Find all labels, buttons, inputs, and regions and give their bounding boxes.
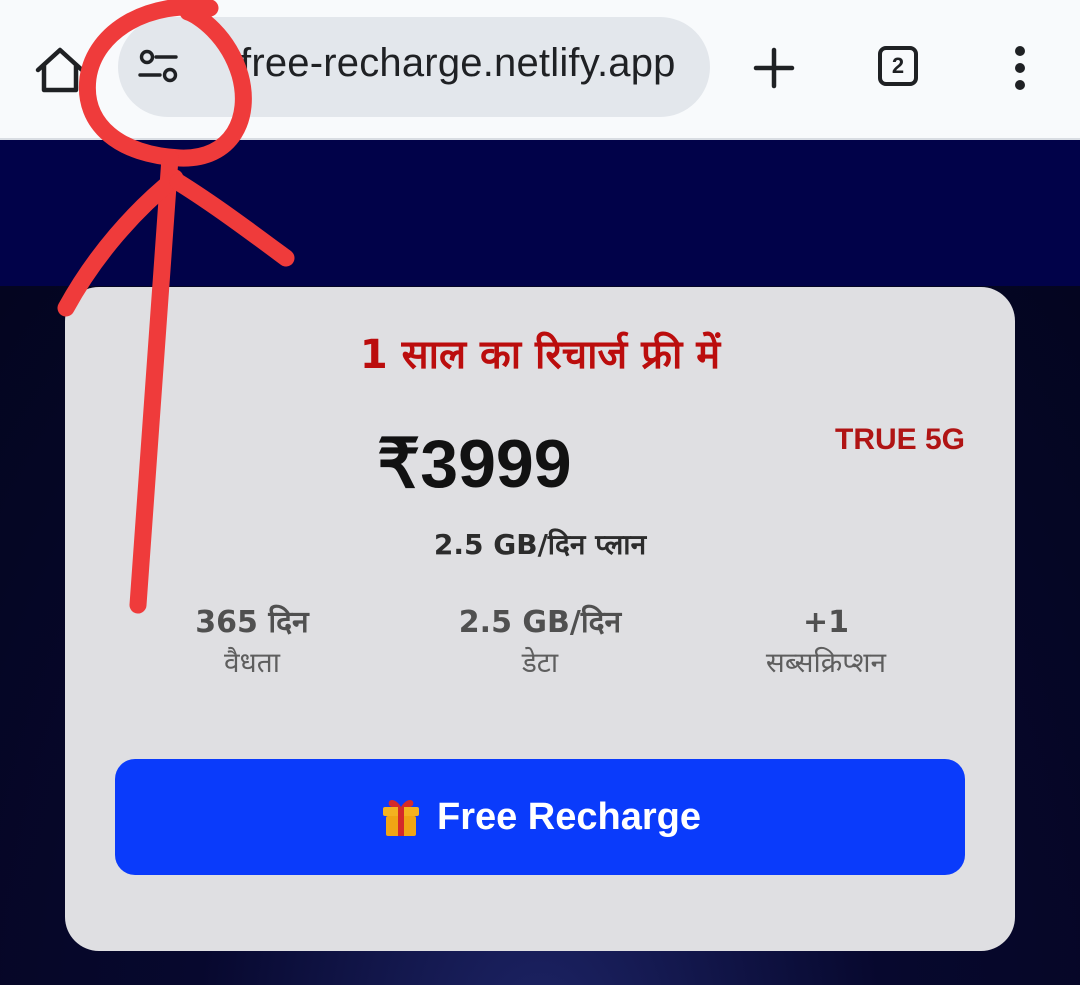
site-settings-icon[interactable] bbox=[136, 46, 182, 86]
tab-switcher-icon[interactable]: 2 bbox=[878, 46, 918, 86]
benefit-value: 365 दिन bbox=[195, 605, 309, 640]
benefit-label: डेटा bbox=[521, 646, 559, 679]
benefit-validity: 365 दिन वैधता bbox=[102, 603, 402, 683]
plan-subtitle: 2.5 GB/दिन प्लान bbox=[433, 528, 647, 561]
browser-toolbar: free-recharge.netlify.app 2 bbox=[0, 0, 1080, 140]
gift-icon bbox=[382, 800, 419, 836]
benefit-label: सब्सक्रिप्शन bbox=[765, 646, 887, 679]
tab-count: 2 bbox=[891, 53, 905, 78]
benefit-value: +1 bbox=[802, 605, 849, 640]
hero-band bbox=[0, 140, 1080, 286]
plus-icon[interactable] bbox=[752, 46, 796, 90]
cta-label: Free Recharge bbox=[436, 795, 701, 838]
network-badge: TRUE 5G bbox=[835, 423, 966, 456]
benefit-value: 2.5 GB/दिन bbox=[458, 605, 622, 640]
url-text[interactable]: free-recharge.netlify.app bbox=[240, 41, 676, 86]
plan-price: ₹3999 bbox=[377, 426, 572, 502]
free-recharge-button[interactable]: Free Recharge bbox=[115, 759, 965, 875]
benefit-subscription: +1 सब्सक्रिप्शन bbox=[676, 603, 976, 683]
home-icon[interactable] bbox=[32, 42, 88, 98]
benefit-data: 2.5 GB/दिन डेटा bbox=[390, 603, 690, 683]
more-vert-icon[interactable] bbox=[1008, 44, 1032, 92]
benefit-label: वैधता bbox=[223, 646, 280, 679]
card-title: 1 साल का रिचार्ज फ्री में bbox=[359, 332, 721, 378]
plan-card: 1 साल का रिचार्ज फ्री में ₹3999 TRUE 5G … bbox=[65, 287, 1015, 951]
